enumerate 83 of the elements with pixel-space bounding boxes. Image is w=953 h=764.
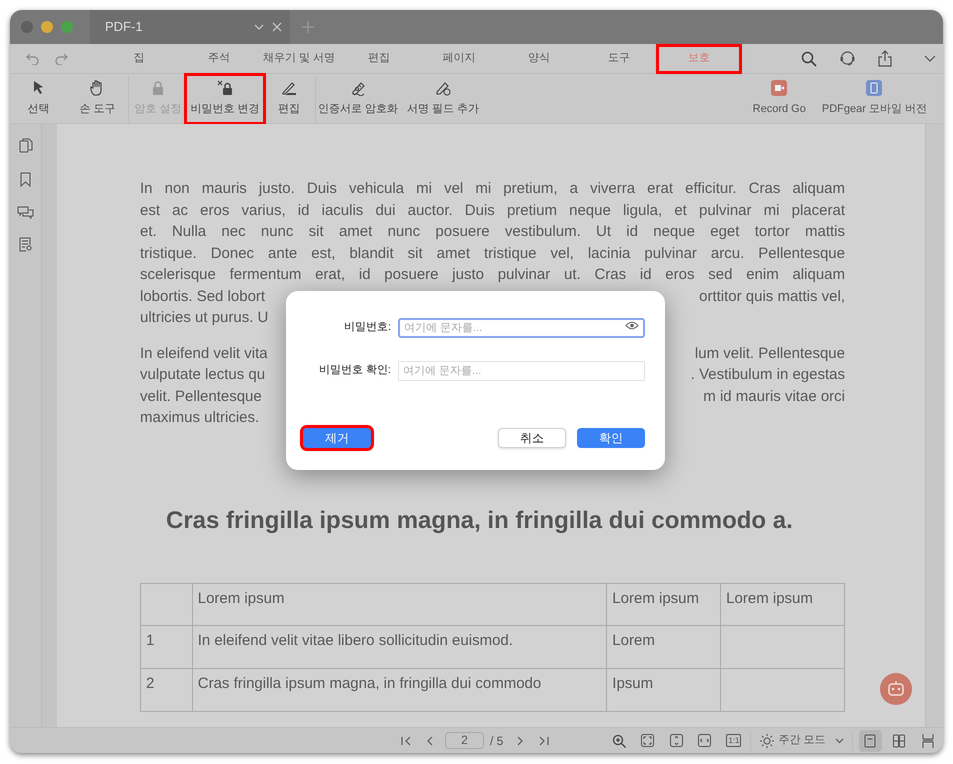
table-header-cell: Lorem ipsum: [192, 583, 607, 625]
menu-tab[interactable]: 양식: [499, 46, 579, 70]
primary-button[interactable]: 제거: [303, 428, 371, 448]
primary-button[interactable]: 확인: [577, 428, 645, 448]
body-text-fragment: In eleifend velit vita: [140, 344, 268, 364]
page-number-field[interactable]: 2: [445, 732, 484, 749]
body-text-line: In non mauris justo. Duis vehicula mi vel mi pretium, a viverra erat efficitur. Cras aliquam: [140, 179, 845, 199]
body-text-line: et. Nulla nec nunc sit amet nunc posuere vestibulum. Ut id neque eget tortor mattis: [140, 222, 845, 242]
first-page-icon[interactable]: [401, 736, 411, 746]
page-count: / 5: [490, 732, 504, 750]
toolbar-button[interactable]: PDFgear 모바일 버전: [814, 76, 935, 122]
table-cell: Lorem: [606, 625, 721, 668]
pen-nib-icon: [350, 80, 366, 96]
headset-icon[interactable]: [839, 50, 856, 67]
phone-icon: [866, 80, 882, 96]
chevron-down-icon[interactable]: [924, 55, 936, 62]
pages-icon[interactable]: [18, 138, 32, 154]
bookmark-icon[interactable]: [20, 172, 31, 187]
menu-tab[interactable]: 도구: [579, 46, 659, 70]
field-label: 비밀번호:: [342, 320, 392, 335]
table-cell: 1: [140, 625, 192, 668]
toolbar-button[interactable]: 손 도구: [67, 76, 128, 122]
close-icon[interactable]: [272, 22, 282, 32]
menu-tab[interactable]: 편집: [339, 46, 419, 70]
pen-nib-icon: [435, 80, 451, 96]
previous-page-icon[interactable]: [427, 736, 433, 746]
sun-icon: [760, 734, 774, 748]
body-text-fragment: orttitor quis mattis vel,: [699, 286, 845, 306]
body-text-fragment: . Vestibulum in egestas: [690, 365, 845, 385]
menu-tab[interactable]: 집: [99, 46, 179, 70]
share-icon[interactable]: [878, 50, 892, 67]
menu-tab[interactable]: 페이지: [419, 46, 499, 70]
field-label: 비밀번호 확인:: [318, 362, 392, 378]
secondary-button[interactable]: 취소: [498, 428, 566, 448]
toolbar-button[interactable]: 인증서로 암호화: [316, 76, 400, 122]
lock-icon: [150, 80, 166, 96]
fit-height-icon[interactable]: [670, 734, 684, 747]
toolbar-button[interactable]: 비밀번호 변경: [187, 76, 263, 122]
body-text-line: ultricies ut purus. U: [140, 308, 268, 328]
continuous-pages-icon: [922, 734, 934, 748]
comments-icon[interactable]: [17, 205, 34, 219]
body-text-line: est ac eros varius, id iaculis dui auctor. Duis pretium neque ligula, et pulvinar mi placerat: [140, 200, 845, 220]
zoom-in-icon[interactable]: [612, 734, 626, 748]
table-cell: In eleifend velit vitae libero sollicitudin euismod.: [192, 625, 607, 668]
document-tab[interactable]: PDF-1: [90, 10, 290, 44]
actual-size-button[interactable]: 1:1: [726, 734, 742, 747]
password-field[interactable]: 여기에 문자를...: [398, 318, 645, 338]
table-cell: 2: [140, 668, 192, 711]
toolbar-button[interactable]: 편집: [263, 76, 315, 122]
table-cell: Ipsum: [606, 668, 721, 711]
last-page-icon[interactable]: [539, 736, 550, 746]
view-mode-dropdown[interactable]: 주간 모드: [778, 732, 826, 749]
body-text-line: tristique. Donec ante est, blandit sit amet tristique vel, lacinia pulvinar arcu. Pellentesque: [140, 244, 845, 264]
eye-icon[interactable]: [625, 321, 639, 330]
body-text-line: maximus ultricies.: [140, 408, 260, 428]
fit-page-icon[interactable]: [641, 734, 654, 747]
toolbar-button[interactable]: Record Go: [744, 76, 814, 122]
robot-assistant-icon[interactable]: [880, 673, 912, 705]
two-page-icon: [893, 734, 906, 748]
pen-icon: [281, 80, 297, 96]
body-text-fragment: m id mauris vitae orci: [703, 386, 845, 406]
table-header-cell: Lorem ipsum: [720, 583, 844, 625]
single-page-icon: [864, 734, 876, 748]
body-text-fragment: vulputate lectus qu: [140, 365, 266, 385]
toolbar-button[interactable]: 선택: [10, 76, 67, 122]
body-text-line: scelerisque fermentum erat, id posuere justo pulvinar ut. Cras id eros sed enim aliquam: [140, 265, 845, 285]
fit-width-icon[interactable]: [698, 734, 712, 747]
page-layout-button[interactable]: [858, 730, 882, 752]
body-text-fragment: velit. Pellentesque: [140, 386, 262, 406]
section-heading: Cras fringilla ipsum magna, in fringilla dui commodo a.: [165, 506, 794, 536]
document-search-icon[interactable]: [18, 237, 32, 252]
table-cell: Cras fringilla ipsum magna, in fringilla dui commodo: [192, 668, 607, 711]
body-text-fragment: lum velit. Pellentesque: [694, 344, 845, 364]
menu-tab[interactable]: 채우기 및 서명: [259, 46, 339, 70]
body-text-fragment: lobortis. Sed lobort: [140, 286, 266, 306]
search-icon[interactable]: [801, 50, 817, 66]
table-header-cell: Lorem ipsum: [606, 583, 721, 625]
lock-icon: [217, 80, 233, 96]
toolbar-button[interactable]: 서명 필드 추가: [400, 76, 486, 122]
camera-icon: [771, 80, 788, 96]
menu-tab[interactable]: 주석: [179, 46, 259, 70]
next-page-icon[interactable]: [517, 736, 524, 746]
chevron-down-icon[interactable]: [834, 738, 844, 744]
